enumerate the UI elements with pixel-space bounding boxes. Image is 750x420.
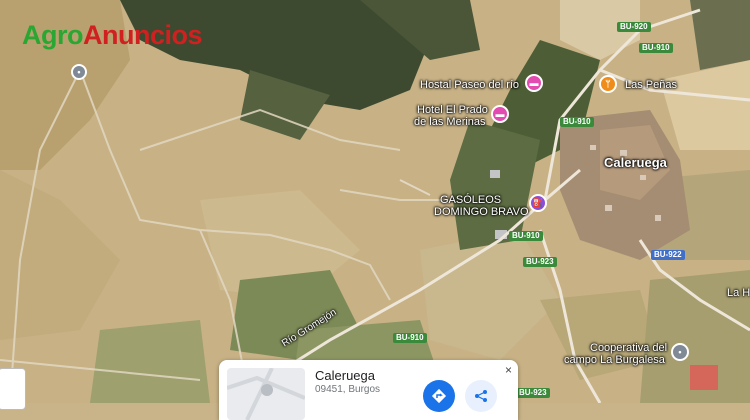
edge-place-label: La H xyxy=(727,287,750,299)
bed-icon[interactable]: ▬ xyxy=(491,105,509,123)
close-icon[interactable]: × xyxy=(505,363,512,377)
road-shield-bu922: BU-922 xyxy=(651,250,685,260)
directions-button[interactable] xyxy=(423,380,455,412)
road-shield-bu910: BU-910 xyxy=(393,333,427,343)
poi-coop-label-line1: Cooperativa del xyxy=(590,342,668,354)
poi-hotel-label-line2: de las Merinas xyxy=(414,116,486,128)
gas-pump-icon[interactable]: ⛽ xyxy=(529,194,547,212)
bed-icon[interactable]: ▬ xyxy=(525,74,543,92)
poi-hotel-label-line1: Hotel El Prado xyxy=(417,104,488,116)
card-subtitle: 09451, Burgos xyxy=(315,384,381,395)
road-shield-bu910: BU-910 xyxy=(509,231,543,241)
road-shield-bu923: BU-923 xyxy=(516,388,550,398)
town-label-caleruega: Caleruega xyxy=(604,155,667,170)
road-shield-bu910: BU-910 xyxy=(639,43,673,53)
share-icon xyxy=(475,390,487,402)
location-pin-icon[interactable]: • xyxy=(671,343,689,361)
poi-coop-label-line2: campo La Burgalesa xyxy=(564,354,665,366)
road-shield-bu910: BU-910 xyxy=(560,117,594,127)
road-shield-bu920: BU-920 xyxy=(617,22,651,32)
share-button[interactable] xyxy=(465,380,497,412)
poi-las-penas-label: Las Peñas xyxy=(625,79,677,91)
poi-hostal-label: Hostal Paseo del río xyxy=(420,79,520,91)
place-info-card[interactable]: Caleruega 09451, Burgos × xyxy=(219,360,518,420)
directions-icon xyxy=(431,388,447,404)
map-control-button[interactable] xyxy=(0,368,26,410)
road-shield-bu923: BU-923 xyxy=(523,257,557,267)
poi-gas-label-line1: GASÓLEOS xyxy=(440,194,502,206)
fork-knife-icon[interactable]: ᛘ xyxy=(599,75,617,93)
place-thumbnail xyxy=(227,368,305,420)
card-title: Caleruega xyxy=(315,368,375,383)
poi-gas-label-line2: DOMINGO BRAVO xyxy=(434,206,529,218)
agroanuncios-logo: AgroAnuncios xyxy=(22,20,203,50)
location-pin-icon[interactable]: • xyxy=(71,64,87,80)
